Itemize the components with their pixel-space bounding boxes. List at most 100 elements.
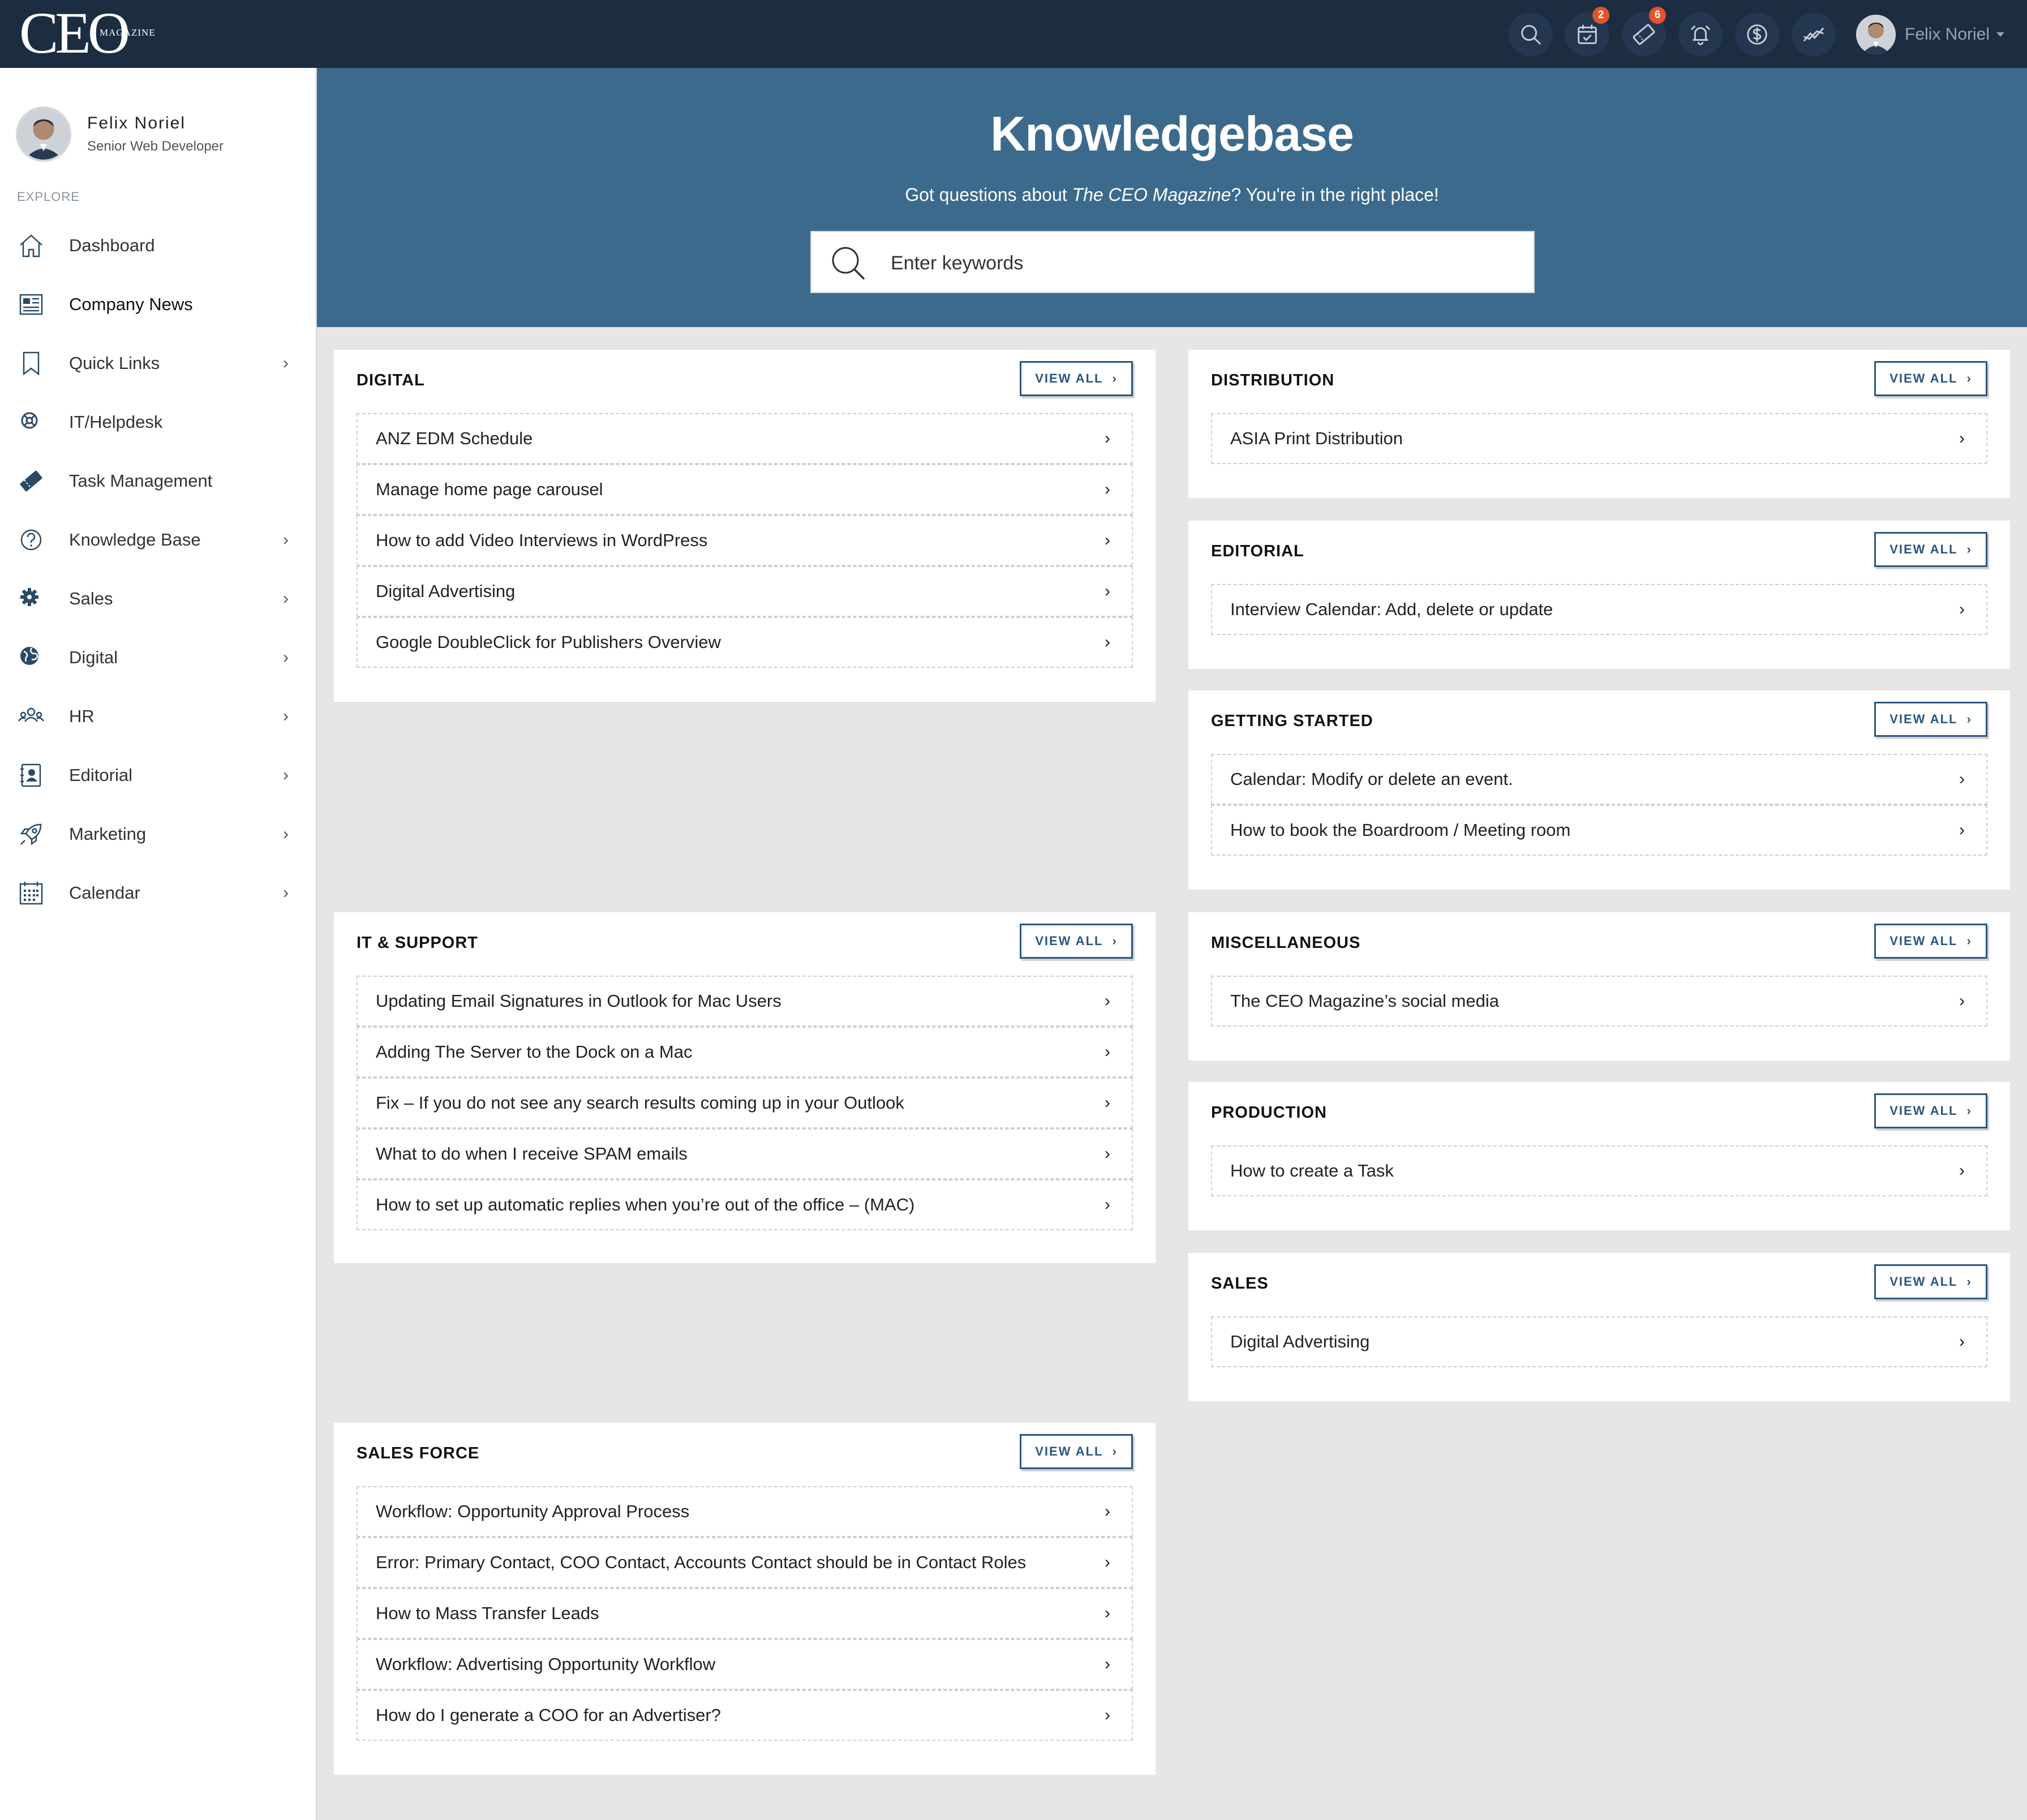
- view-all-button[interactable]: VIEW ALL ›: [1874, 532, 1987, 567]
- alarm-bell-icon: [1691, 25, 1710, 45]
- category-title: GETTING STARTED: [1211, 712, 1373, 730]
- article-link[interactable]: Manage home page carousel ›: [357, 464, 1133, 515]
- search-button[interactable]: [1509, 12, 1553, 57]
- view-all-button[interactable]: VIEW ALL ›: [1020, 1434, 1133, 1469]
- sidebar-item-dashboard[interactable]: Dashboard: [0, 216, 316, 275]
- view-all-button[interactable]: VIEW ALL ›: [1874, 702, 1987, 737]
- article-link[interactable]: How to book the Boardroom / Meeting room…: [1211, 805, 1987, 856]
- view-all-button[interactable]: VIEW ALL ›: [1874, 361, 1987, 396]
- sidebar-item-hr[interactable]: HR ›: [0, 687, 316, 746]
- sidebar-item-knowledge-base[interactable]: Knowledge Base ›: [0, 510, 316, 569]
- rocket-icon: [16, 819, 46, 849]
- sidebar-item-label: Editorial: [69, 765, 132, 785]
- article-link[interactable]: Workflow: Opportunity Approval Process ›: [357, 1486, 1133, 1537]
- sidebar-item-digital[interactable]: Digital ›: [0, 628, 316, 687]
- article-title: Fix – If you do not see any search resul…: [376, 1093, 904, 1113]
- sidebar-item-quick-links[interactable]: Quick Links ›: [0, 334, 316, 393]
- article-link[interactable]: Workflow: Advertising Opportunity Workfl…: [357, 1639, 1133, 1690]
- article-link[interactable]: Interview Calendar: Add, delete or updat…: [1211, 584, 1987, 635]
- chevron-right-icon: ›: [1966, 371, 1972, 385]
- chevron-right-icon: ›: [1105, 1706, 1110, 1724]
- article-link[interactable]: How do I generate a COO for an Advertise…: [357, 1690, 1133, 1741]
- sidebar-item-label: HR: [69, 706, 95, 726]
- view-all-button[interactable]: VIEW ALL ›: [1874, 1264, 1987, 1299]
- chevron-right-icon: ›: [1105, 1144, 1110, 1163]
- article-link[interactable]: Adding The Server to the Dock on a Mac ›: [357, 1027, 1133, 1078]
- article-link[interactable]: Error: Primary Contact, COO Contact, Acc…: [357, 1537, 1133, 1588]
- sidebar-item-label: Knowledge Base: [69, 530, 201, 550]
- article-title: What to do when I receive SPAM emails: [376, 1144, 688, 1164]
- view-all-label: VIEW ALL: [1889, 934, 1958, 948]
- view-all-button[interactable]: VIEW ALL ›: [1874, 924, 1987, 959]
- view-all-button[interactable]: VIEW ALL ›: [1874, 1093, 1987, 1128]
- category-title: SALES: [1211, 1274, 1269, 1293]
- calendar-button[interactable]: 2: [1565, 7, 1609, 57]
- sidebar-item-label: Dashboard: [69, 235, 155, 255]
- chevron-right-icon: ›: [1105, 1195, 1110, 1214]
- search-icon: [832, 247, 865, 280]
- article-link[interactable]: How to add Video Interviews in WordPress…: [357, 515, 1133, 566]
- user-menu[interactable]: Felix Noriel: [1856, 15, 2005, 54]
- top-navbar: CEO MAGAZINE 2 6 Felix Noriel: [0, 0, 2027, 68]
- analytics-button[interactable]: [1792, 12, 1836, 57]
- alerts-button[interactable]: [1678, 12, 1723, 57]
- category-title: MISCELLANEOUS: [1211, 934, 1361, 952]
- article-link[interactable]: Updating Email Signatures in Outlook for…: [357, 976, 1133, 1027]
- view-all-button[interactable]: VIEW ALL ›: [1020, 924, 1133, 959]
- lifebuoy-icon: [16, 407, 46, 437]
- view-all-label: VIEW ALL: [1889, 1274, 1958, 1289]
- chevron-right-icon: ›: [1966, 934, 1972, 948]
- article-link[interactable]: Google DoubleClick for Publishers Overvi…: [357, 617, 1133, 668]
- article-link[interactable]: Fix – If you do not see any search resul…: [357, 1078, 1133, 1128]
- chevron-right-icon: ›: [1959, 821, 1965, 839]
- article-title: ANZ EDM Schedule: [376, 428, 533, 448]
- sidebar-item-label: Task Management: [69, 471, 213, 491]
- sidebar-item-label: Sales: [69, 589, 113, 608]
- article-title: Interview Calendar: Add, delete or updat…: [1230, 599, 1553, 619]
- article-link[interactable]: ANZ EDM Schedule ›: [357, 413, 1133, 464]
- sidebar-item-marketing[interactable]: Marketing ›: [0, 805, 316, 864]
- article-title: ASIA Print Distribution: [1230, 428, 1403, 448]
- chevron-right-icon: ›: [1959, 429, 1965, 448]
- sidebar-item-sales[interactable]: Sales ›: [0, 569, 316, 628]
- gear-badge-icon: [16, 583, 46, 614]
- article-link[interactable]: Digital Advertising ›: [357, 566, 1133, 617]
- view-all-label: VIEW ALL: [1035, 1444, 1103, 1458]
- article-link[interactable]: ASIA Print Distribution ›: [1211, 413, 1987, 464]
- article-title: How to add Video Interviews in WordPress: [376, 530, 708, 550]
- article-title: Error: Primary Contact, COO Contact, Acc…: [376, 1552, 1027, 1572]
- article-title: Updating Email Signatures in Outlook for…: [376, 991, 781, 1011]
- article-link[interactable]: Digital Advertising ›: [1211, 1316, 1987, 1367]
- knowledgebase-search[interactable]: [810, 231, 1535, 293]
- article-link[interactable]: How to Mass Transfer Leads ›: [357, 1588, 1133, 1639]
- sidebar-item-editorial[interactable]: Editorial ›: [0, 746, 316, 805]
- view-all-button[interactable]: VIEW ALL ›: [1020, 361, 1133, 396]
- article-link[interactable]: The CEO Magazine’s social media ›: [1211, 976, 1987, 1027]
- chevron-right-icon: ›: [1959, 770, 1965, 788]
- sidebar-item-calendar[interactable]: Calendar ›: [0, 864, 316, 922]
- subtitle-suffix: ? You're in the right place!: [1231, 184, 1439, 205]
- article-link[interactable]: Calendar: Modify or delete an event. ›: [1211, 754, 1987, 805]
- category-card-distribution: DISTRIBUTION VIEW ALL › ASIA Print Distri…: [1188, 350, 2010, 498]
- sidebar-item-label: Quick Links: [69, 353, 160, 373]
- article-link[interactable]: What to do when I receive SPAM emails ›: [357, 1128, 1133, 1179]
- sidebar-item-company-news[interactable]: Company News: [0, 275, 316, 334]
- question-icon: [16, 525, 46, 555]
- chevron-right-icon: ›: [283, 766, 289, 784]
- sidebar-profile[interactable]: Felix Noriel Senior Web Developer: [16, 106, 224, 162]
- category-card-sales-force: SALES FORCE VIEW ALL › Workflow: Opportun…: [334, 1423, 1156, 1775]
- chevron-right-icon: ›: [1105, 1042, 1110, 1061]
- ceo-magazine-logo[interactable]: CEO MAGAZINE: [19, 2, 156, 65]
- sidebar-item-task-management[interactable]: Task Management: [0, 452, 316, 510]
- article-link[interactable]: How to set up automatic replies when you…: [357, 1179, 1133, 1230]
- category-title: PRODUCTION: [1211, 1104, 1327, 1122]
- chevron-right-icon: ›: [283, 354, 289, 372]
- article-title: Digital Advertising: [376, 581, 516, 601]
- finance-button[interactable]: [1735, 12, 1779, 57]
- article-title: How to book the Boardroom / Meeting room: [1230, 820, 1571, 840]
- article-link[interactable]: How to create a Task ›: [1211, 1145, 1987, 1196]
- sidebar-item-it-helpdesk[interactable]: IT/Helpdesk: [0, 393, 316, 452]
- tasks-button[interactable]: 6: [1622, 7, 1666, 57]
- chevron-right-icon: ›: [1959, 600, 1965, 619]
- search-input[interactable]: [891, 243, 1513, 283]
